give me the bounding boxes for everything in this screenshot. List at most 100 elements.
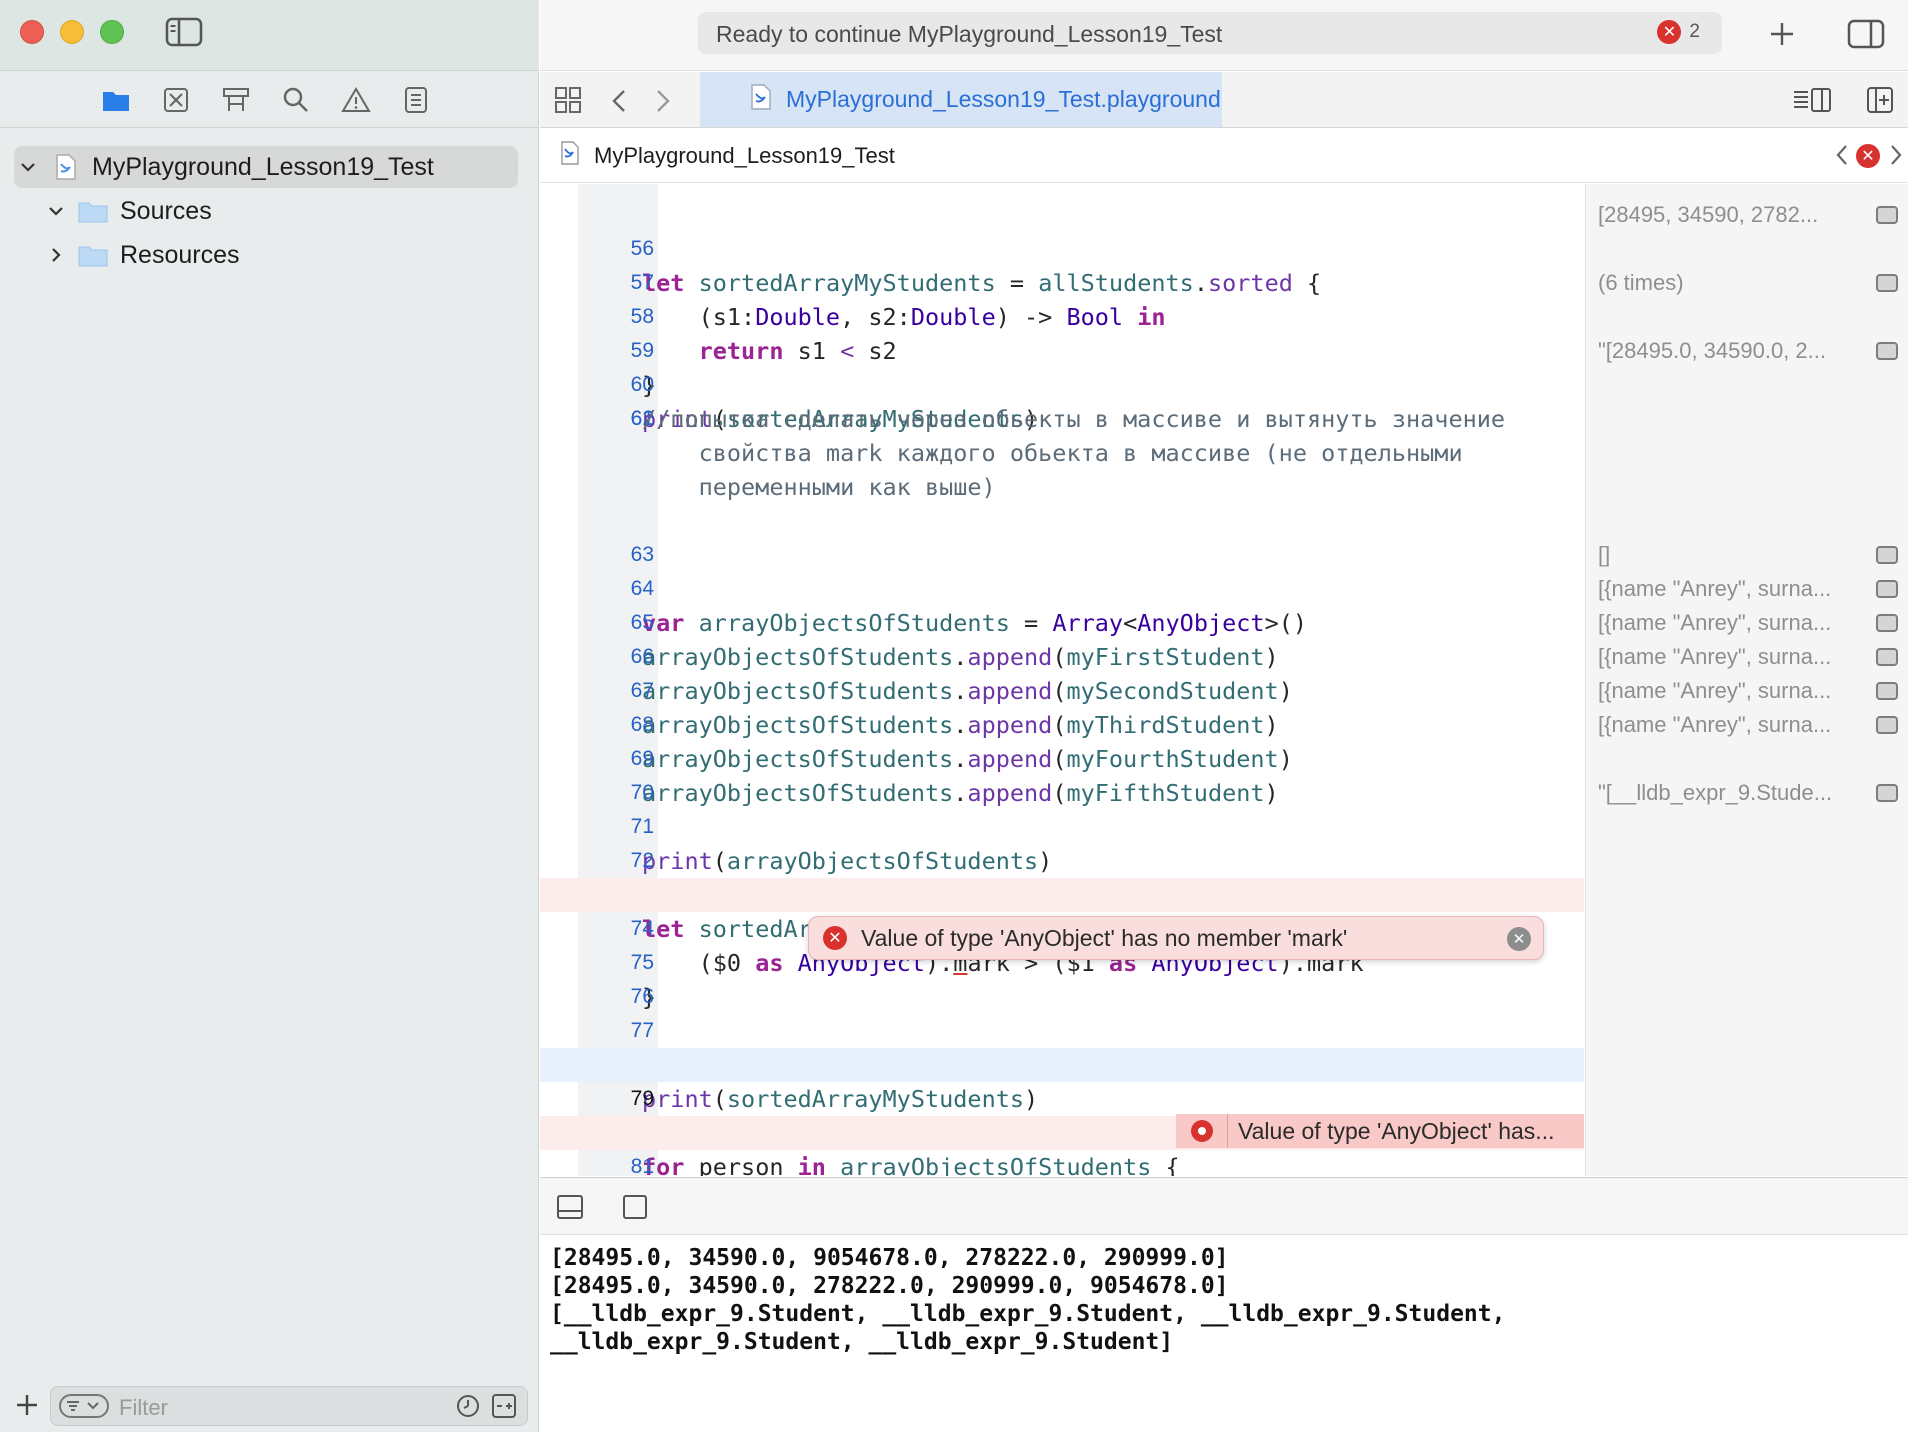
error-badge[interactable]: ✕ 2: [1657, 20, 1700, 44]
previous-issue-icon[interactable]: [1834, 143, 1850, 172]
quick-look-icon[interactable]: [1876, 274, 1898, 292]
quick-look-icon[interactable]: [1876, 342, 1898, 360]
close-icon[interactable]: ✕: [1507, 927, 1531, 951]
folder-icon[interactable]: [100, 84, 132, 116]
result-row[interactable]: "[__lldb_expr_9.Stude...: [1598, 776, 1898, 810]
code-line[interactable]: 73 let sortedArrayOfStudents = arrayObje…: [540, 844, 1584, 943]
inspector-toggle-icon[interactable]: [1846, 14, 1886, 54]
code-line[interactable]: 66 arrayObjectsOfStudents.append(mySecon…: [540, 606, 1584, 705]
code-line[interactable]: 77 sortedArrayMyStudents: [540, 980, 1584, 1079]
code-line[interactable]: 80 for person in arrayObjectsOfStudents …: [540, 1082, 1584, 1176]
result-row[interactable]: [{name "Anrey", surna...: [1598, 572, 1898, 606]
chevron-down-icon[interactable]: [14, 153, 42, 181]
result-row[interactable]: [{name "Anrey", surna...: [1598, 606, 1898, 640]
filter-options-icon[interactable]: [59, 1394, 109, 1418]
close-window-button[interactable]: [20, 20, 44, 44]
inline-error-banner[interactable]: Value of type 'AnyObject' has...: [1176, 1114, 1584, 1148]
code-line-comment[interactable]: 62 //попытка сделать через обьекты в мас…: [540, 402, 1584, 504]
code-line[interactable]: 78 print(sortedArrayMyStudents): [540, 1014, 1584, 1113]
swift-file-icon: [750, 84, 772, 115]
code-line[interactable]: 64 var arrayObjectsOfStudents = Array<An…: [540, 538, 1584, 637]
console-output[interactable]: [28495.0, 34590.0, 9054678.0, 278222.0, …: [540, 1236, 1908, 1432]
code-editor[interactable]: 56 let sortedArrayMyStudents = allStuden…: [540, 184, 1584, 1176]
symbol-icon[interactable]: [220, 84, 252, 116]
error-message: Value of type 'AnyObject' has no member …: [861, 924, 1348, 951]
result-row[interactable]: [28495, 34590, 2782...: [1598, 198, 1898, 232]
result-row[interactable]: "[28495.0, 34590.0, 2...: [1598, 334, 1898, 368]
result-row[interactable]: (6 times): [1598, 266, 1898, 300]
next-issue-icon[interactable]: [1888, 143, 1904, 172]
code-line[interactable]: 68 arrayObjectsOfStudents.append(myFourt…: [540, 674, 1584, 773]
source-control-filter-icon[interactable]: [491, 1393, 517, 1424]
tree-item-sources[interactable]: Sources: [42, 190, 518, 232]
code-line[interactable]: 65 arrayObjectsOfStudents.append(myFirst…: [540, 572, 1584, 671]
recent-files-icon[interactable]: [455, 1393, 481, 1424]
sidebar-toggle-icon[interactable]: [165, 16, 203, 48]
source-control-icon[interactable]: [160, 84, 192, 116]
code-line-current[interactable]: 79: [540, 1048, 1584, 1110]
filter-bar: Filter: [0, 1378, 539, 1432]
quick-look-icon[interactable]: [1876, 716, 1898, 734]
minimize-window-button[interactable]: [60, 20, 84, 44]
tab-playground[interactable]: MyPlayground_Lesson19_Test.playground: [700, 72, 1222, 127]
add-icon[interactable]: [14, 1392, 40, 1423]
back-icon[interactable]: [610, 88, 628, 119]
code-line[interactable]: 71 print(arrayObjectsOfStudents): [540, 776, 1584, 875]
error-icon[interactable]: ✕: [1856, 144, 1880, 168]
zoom-window-button[interactable]: [100, 20, 124, 44]
result-row[interactable]: [{name "Anrey", surna...: [1598, 674, 1898, 708]
debug-bar: [540, 1177, 1908, 1235]
result-row[interactable]: [{name "Anrey", surna...: [1598, 708, 1898, 742]
code-line[interactable]: 60 print(sortedArrayMyStudents): [540, 334, 1584, 433]
grid-icon[interactable]: [554, 86, 582, 119]
chevron-right-icon[interactable]: [42, 241, 70, 269]
console-line: __lldb_expr_9.Student, __lldb_expr_9.Stu…: [550, 1329, 1174, 1355]
code-line[interactable]: 63: [540, 504, 1584, 566]
window-toolbar: Ready to continue MyPlayground_Lesson19_…: [540, 0, 1908, 71]
warning-icon[interactable]: [340, 84, 372, 116]
code-line[interactable]: 67 arrayObjectsOfStudents.append(myThird…: [540, 640, 1584, 739]
code-line-error[interactable]: 74 ($0 as AnyObject).mark > ($1 as AnyOb…: [540, 878, 1584, 977]
code-line[interactable]: 58 return s1 < s2: [540, 266, 1584, 365]
code-line[interactable]: 82 }: [540, 1150, 1584, 1176]
code-line[interactable]: 61: [540, 368, 1584, 430]
result-value: (6 times): [1598, 270, 1684, 295]
quick-look-icon[interactable]: [1876, 614, 1898, 632]
filter-input[interactable]: Filter: [50, 1386, 528, 1426]
result-row[interactable]: []: [1598, 538, 1898, 572]
code-line[interactable]: 57 (s1:Double, s2:Double) -> Bool in: [540, 232, 1584, 331]
hide-debug-area-icon[interactable]: [556, 1194, 584, 1225]
quick-look-icon[interactable]: [1876, 580, 1898, 598]
forward-icon[interactable]: [654, 88, 672, 119]
editor-options-icon[interactable]: [1792, 86, 1832, 119]
result-row[interactable]: [{name "Anrey", surna...: [1598, 640, 1898, 674]
code-line[interactable]: 72: [540, 810, 1584, 872]
console-toggle-icon[interactable]: [622, 1194, 648, 1225]
tree-item-playground[interactable]: MyPlayground_Lesson19_Test: [14, 146, 518, 188]
tree-item-label: Sources: [120, 196, 212, 225]
error-popover[interactable]: ✕ Value of type 'AnyObject' has no membe…: [808, 916, 1544, 960]
result-value: [{name "Anrey", surna...: [1598, 644, 1832, 669]
tree-item-resources[interactable]: Resources: [42, 234, 518, 276]
code-line[interactable]: 56 let sortedArrayMyStudents = allStuden…: [540, 198, 1584, 297]
sidebar-titlebar: [0, 0, 539, 71]
code-line[interactable]: 69 arrayObjectsOfStudents.append(myFifth…: [540, 708, 1584, 807]
add-icon[interactable]: [1762, 14, 1802, 54]
chevron-down-icon[interactable]: [42, 197, 70, 225]
quick-look-icon[interactable]: [1876, 784, 1898, 802]
quick-look-icon[interactable]: [1876, 682, 1898, 700]
code-line[interactable]: 70: [540, 742, 1584, 804]
filter-placeholder: Filter: [119, 1395, 168, 1420]
error-icon: ✕: [1657, 20, 1682, 44]
tree-item-label: MyPlayground_Lesson19_Test: [92, 152, 434, 181]
breadcrumb[interactable]: MyPlayground_Lesson19_Test: [594, 143, 895, 169]
quick-look-icon[interactable]: [1876, 206, 1898, 224]
quick-look-icon[interactable]: [1876, 648, 1898, 666]
report-icon[interactable]: [400, 84, 432, 116]
code-line[interactable]: 59 }: [540, 300, 1584, 399]
error-icon: [1176, 1114, 1228, 1148]
quick-look-icon[interactable]: [1876, 546, 1898, 564]
add-editor-icon[interactable]: [1866, 86, 1894, 119]
search-icon[interactable]: [280, 84, 312, 116]
result-value: []: [1598, 542, 1611, 567]
